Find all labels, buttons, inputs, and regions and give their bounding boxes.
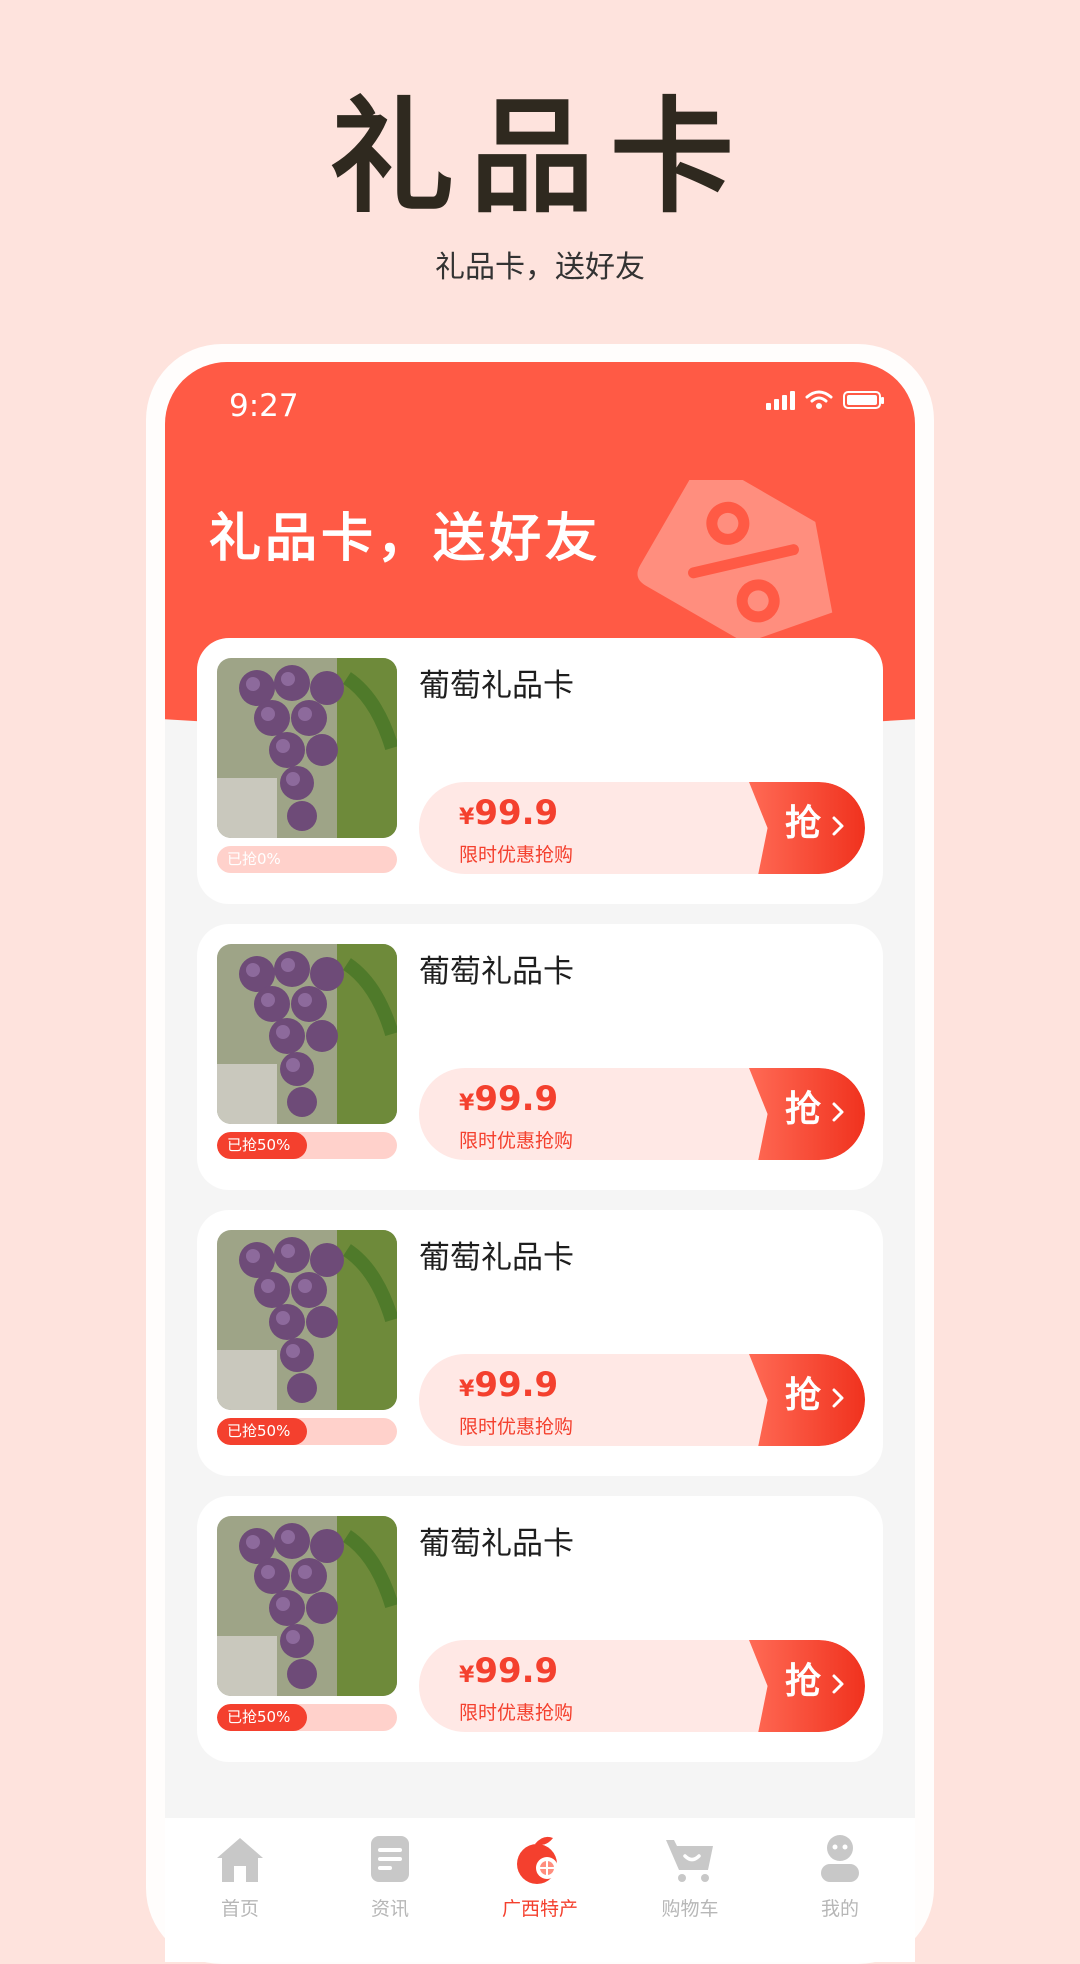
tab-news[interactable]: 资讯 [315,1818,465,1962]
card-name: 葡萄礼品卡 [419,954,574,990]
grab-button-label: 抢 [785,1661,822,1702]
tab-label: 资讯 [370,1898,409,1920]
grab-button-label: 抢 [785,803,822,844]
price-pill: ¥99.9 限时优惠抢购 抢 [419,1068,865,1160]
chevron-right-icon [832,1102,844,1122]
price-pill: ¥99.9 限时优惠抢购 抢 [419,782,865,874]
promo-text: 限时优惠抢购 [459,1702,574,1724]
price: ¥99.9 [459,1082,558,1116]
profile-icon [821,1835,859,1882]
wifi-icon [805,390,833,409]
sold-progress-bar: 已抢50% [217,1704,397,1731]
sold-progress-label: 已抢50% [227,1708,291,1726]
sold-progress-label: 已抢50% [227,1422,291,1440]
grape-product-image [217,658,397,838]
hero-subtitle: 礼品卡，送好友 [435,250,645,285]
discount-tag-icon [637,480,833,644]
sold-progress-label: 已抢0% [227,850,281,868]
sold-progress-bar: 已抢50% [217,1418,397,1445]
card-name: 葡萄礼品卡 [419,668,574,704]
price-pill: ¥99.9 限时优惠抢购 抢 [419,1640,865,1732]
phone-screen: 9:27 礼品卡，送好友 已抢0% 葡萄礼品卡 ¥99.9 限时优惠抢购 抢 已… [165,362,915,1962]
chevron-right-icon [832,1674,844,1694]
home-icon [217,1838,263,1882]
signal-icon [766,390,795,410]
grab-button[interactable]: 抢 [749,1640,865,1732]
promo-text: 限时优惠抢购 [459,844,574,866]
price-value: 99.9 [474,793,559,833]
price: ¥99.9 [459,1368,558,1402]
price-value: 99.9 [474,1365,559,1405]
grape-product-image [217,944,397,1124]
tab-guangxi-specialty[interactable]: 广西特产 [465,1818,615,1962]
sold-progress-bar: 已抢0% [217,846,397,873]
battery-icon [843,391,884,409]
grape-product-image [217,1230,397,1410]
tab-cart[interactable]: 购物车 [615,1818,765,1962]
tab-profile[interactable]: 我的 [765,1818,915,1962]
price-value: 99.9 [474,1079,559,1119]
status-icons [766,390,884,410]
gift-card[interactable]: 已抢50% 葡萄礼品卡 ¥99.9 限时优惠抢购 抢 [197,1210,883,1476]
price-pill: ¥99.9 限时优惠抢购 抢 [419,1354,865,1446]
currency-symbol: ¥ [459,1377,475,1402]
gift-card-list: 已抢0% 葡萄礼品卡 ¥99.9 限时优惠抢购 抢 已抢50% 葡萄礼品卡 ¥9… [197,638,883,1782]
grab-button[interactable]: 抢 [749,782,865,874]
fruit-icon [517,1836,558,1884]
grab-button-label: 抢 [785,1089,822,1130]
cart-icon [666,1840,713,1882]
sold-progress-bar: 已抢50% [217,1132,397,1159]
currency-symbol: ¥ [459,1663,475,1688]
tab-label: 广西特产 [501,1898,578,1920]
status-time: 9:27 [229,388,299,424]
banner-title: 礼品卡，送好友 [209,509,602,569]
gift-card[interactable]: 已抢50% 葡萄礼品卡 ¥99.9 限时优惠抢购 抢 [197,1496,883,1762]
grape-product-image [217,1516,397,1696]
price: ¥99.9 [459,1654,558,1688]
bottom-tab-bar: 首页 资讯 广西特产 购物车 我的 [165,1818,915,1962]
price-value: 99.9 [474,1651,559,1691]
news-icon [371,1836,409,1882]
tab-label: 我的 [820,1898,859,1920]
hero-title: 礼品卡 [329,86,750,230]
promo-text: 限时优惠抢购 [459,1416,574,1438]
currency-symbol: ¥ [459,805,475,830]
tab-label: 购物车 [661,1898,719,1920]
card-name: 葡萄礼品卡 [419,1240,574,1276]
tab-home[interactable]: 首页 [165,1818,315,1962]
tab-label: 首页 [220,1898,259,1920]
gift-card[interactable]: 已抢0% 葡萄礼品卡 ¥99.9 限时优惠抢购 抢 [197,638,883,904]
card-name: 葡萄礼品卡 [419,1526,574,1562]
promo-text: 限时优惠抢购 [459,1130,574,1152]
sold-progress-label: 已抢50% [227,1136,291,1154]
currency-symbol: ¥ [459,1091,475,1116]
gift-card[interactable]: 已抢50% 葡萄礼品卡 ¥99.9 限时优惠抢购 抢 [197,924,883,1190]
grab-button[interactable]: 抢 [749,1068,865,1160]
grab-button-label: 抢 [785,1375,822,1416]
price: ¥99.9 [459,796,558,830]
chevron-right-icon [832,1388,844,1408]
grab-button[interactable]: 抢 [749,1354,865,1446]
chevron-right-icon [832,816,844,836]
